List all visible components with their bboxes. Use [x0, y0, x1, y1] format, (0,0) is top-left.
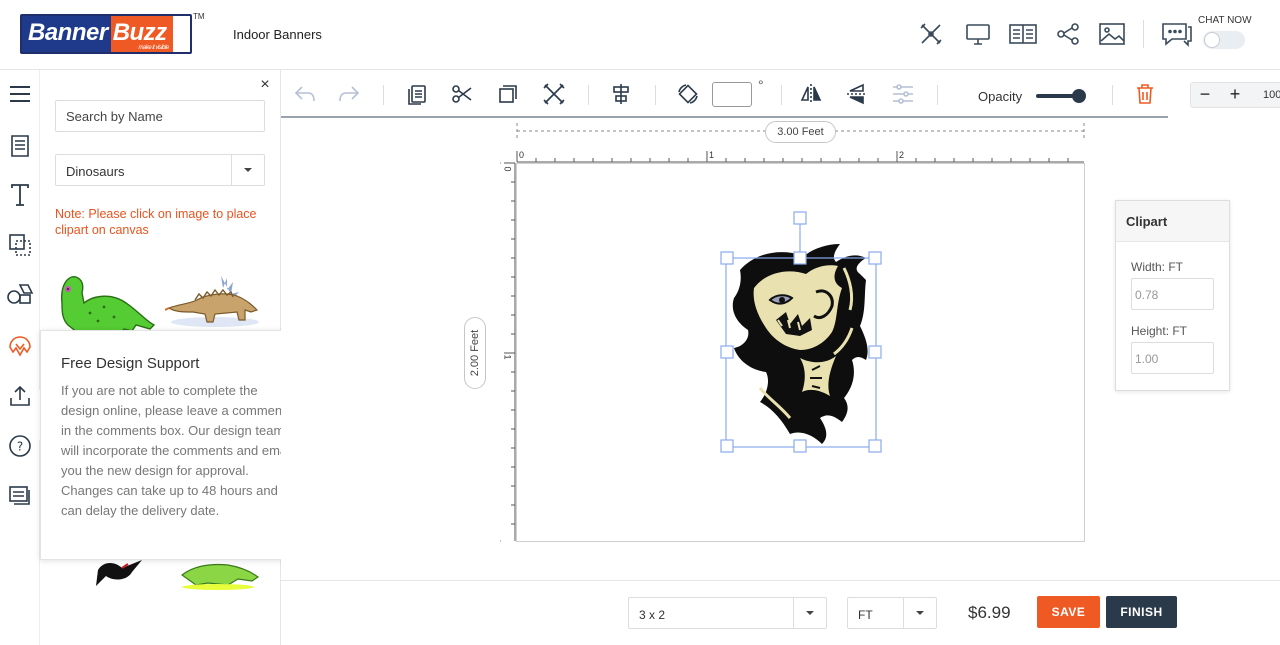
redo-icon[interactable]	[337, 82, 361, 106]
trademark: TM	[193, 12, 205, 21]
flip-horizontal-icon[interactable]	[799, 82, 823, 106]
document-icon[interactable]	[6, 132, 34, 160]
width-label: Width: FT	[1131, 260, 1184, 274]
crop-icon[interactable]	[542, 82, 566, 106]
close-panel-icon[interactable]: ×	[258, 77, 272, 93]
bannerbuzz-logo[interactable]: Banner Buzz make it visible	[20, 14, 192, 54]
menu-icon[interactable]	[6, 80, 34, 108]
svg-text:?: ?	[17, 440, 23, 454]
adjust-icon[interactable]	[891, 82, 915, 106]
rotate-icon[interactable]	[676, 82, 700, 106]
logo-tagline: make it visible	[138, 45, 170, 51]
delete-icon[interactable]	[1133, 82, 1157, 106]
tools-icon[interactable]	[917, 20, 945, 48]
toolbar-divider	[937, 85, 938, 105]
chevron-down-icon	[793, 598, 826, 628]
popover-title: Free Design Support	[61, 355, 200, 372]
share-icon[interactable]	[1054, 20, 1082, 48]
clipart-thumb-ankylosaurus[interactable]	[164, 274, 261, 328]
logo-text-buzz: Buzz make it visible	[110, 16, 173, 52]
category-value: Dinosaurs	[66, 164, 125, 179]
toolbar-divider	[655, 85, 656, 105]
upload-icon[interactable]	[6, 382, 34, 410]
clipart-panel-title: Clipart	[1116, 201, 1229, 242]
shapes-icon[interactable]	[6, 281, 34, 309]
design-support-popover: Free Design Support × If you are not abl…	[40, 330, 310, 560]
toolbar-divider	[383, 85, 384, 105]
left-toolbar: ?	[0, 70, 40, 645]
save-button[interactable]: SAVE	[1037, 596, 1100, 628]
image-icon[interactable]	[1098, 20, 1126, 48]
chat-icon[interactable]	[1160, 20, 1194, 48]
toolbar-divider	[1112, 85, 1113, 105]
unit-value: FT	[858, 608, 873, 622]
popover-body: If you are not able to complete the desi…	[61, 383, 293, 518]
height-dimension-label: 2.00 Feet	[464, 317, 486, 389]
chevron-down-icon	[903, 598, 936, 628]
cut-icon[interactable]	[450, 82, 474, 106]
opacity-slider-thumb[interactable]	[1072, 89, 1086, 103]
toggle-knob	[1204, 32, 1220, 48]
duplicate-icon[interactable]	[496, 82, 520, 106]
ruler-y-0: 0	[502, 166, 513, 172]
zoom-value: 100	[1263, 89, 1280, 101]
clipart-thumb-green-dinosaur[interactable]	[54, 273, 156, 335]
height-label: Height: FT	[1131, 324, 1188, 338]
placement-note: Note: Please click on image to place cli…	[55, 207, 257, 237]
chevron-down-icon	[231, 155, 264, 185]
align-center-icon[interactable]	[609, 82, 633, 106]
flip-vertical-icon[interactable]	[845, 82, 869, 106]
price: $6.99	[968, 603, 1011, 622]
copy-icon[interactable]	[405, 82, 429, 106]
selected-clipart[interactable]	[716, 208, 888, 458]
width-field[interactable]: 0.78	[1131, 278, 1214, 310]
monitor-icon[interactable]	[964, 20, 992, 48]
zoom-out-button[interactable]: −	[1191, 83, 1219, 107]
undo-icon[interactable]	[293, 82, 317, 106]
header-divider	[1143, 20, 1144, 48]
category-select[interactable]: Dinosaurs	[55, 154, 265, 186]
chat-toggle[interactable]	[1203, 31, 1245, 49]
ruler-x-0: 0	[519, 150, 525, 160]
product-name: Indoor Banners	[233, 27, 322, 42]
ruler-y-1: 1	[502, 354, 513, 360]
chat-now-label: CHAT NOW	[1198, 15, 1252, 26]
layers-icon[interactable]	[6, 231, 34, 259]
clipart-icon[interactable]	[6, 332, 34, 360]
book-icon[interactable]	[1008, 20, 1038, 48]
finish-button[interactable]: FINISH	[1106, 596, 1177, 628]
zoom-in-button[interactable]: +	[1221, 83, 1249, 107]
header: Banner Buzz make it visible TM Indoor Ban…	[0, 0, 1280, 70]
toolbar-divider	[588, 85, 589, 105]
height-field[interactable]: 1.00	[1131, 342, 1214, 374]
rotation-angle-input[interactable]	[712, 82, 752, 107]
logo-text-banner: Banner	[22, 16, 111, 52]
bottom-bar: 3 x 2 FT $6.99 SAVE FINISH	[281, 580, 1280, 645]
clipart-properties-panel: Clipart Width: FT 0.78 Height: FT 1.00	[1115, 200, 1230, 391]
width-dimension-label: 3.00 Feet	[765, 121, 836, 143]
unit-select[interactable]: FT	[847, 597, 937, 629]
search-input[interactable]	[55, 100, 265, 132]
text-icon[interactable]	[6, 181, 34, 209]
opacity-slider[interactable]	[1036, 89, 1086, 103]
ruler-x-1: 1	[709, 150, 715, 160]
opacity-label: Opacity	[978, 89, 1023, 104]
degree-symbol: °	[758, 77, 764, 93]
size-value: 3 x 2	[639, 608, 666, 622]
size-select[interactable]: 3 x 2	[628, 597, 827, 629]
toolbar-divider	[781, 85, 782, 105]
zoom-control: − + 100	[1190, 82, 1280, 108]
monster-clipart-image	[732, 244, 868, 444]
help-icon[interactable]: ?	[6, 432, 34, 460]
edit-toolbar: ° Opacity − + 100	[281, 70, 1280, 119]
ruler-x-2: 2	[899, 150, 905, 160]
comments-icon[interactable]	[6, 481, 34, 509]
